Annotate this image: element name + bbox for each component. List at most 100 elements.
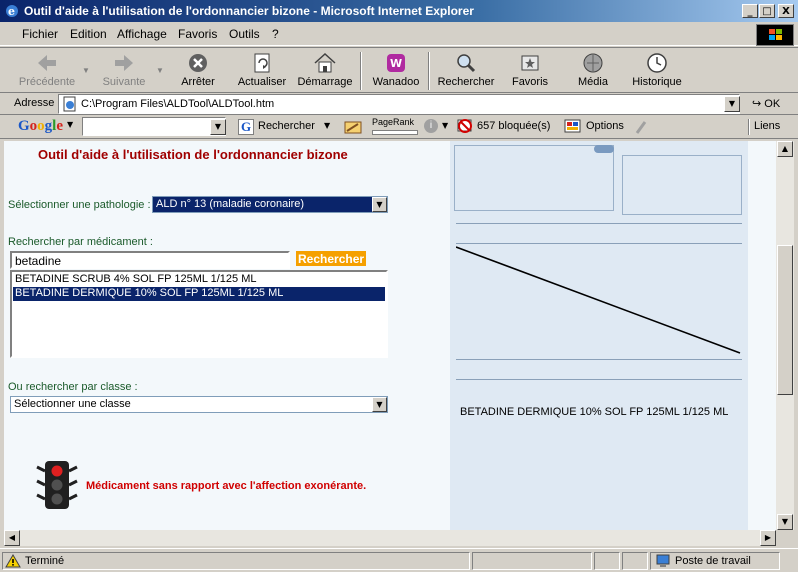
status-text: Terminé — [25, 555, 65, 567]
maximize-button[interactable]: □ — [759, 4, 775, 18]
home-button[interactable]: Démarrage — [294, 50, 356, 92]
list-item-selected[interactable]: BETADINE DERMIQUE 10% SOL FP 125ML 1/125… — [13, 287, 385, 301]
status-panel: Terminé — [2, 552, 470, 570]
traffic-light-icon — [36, 461, 78, 509]
favorites-icon — [521, 55, 539, 71]
scroll-up-icon[interactable]: ▲ — [777, 141, 793, 157]
home-icon — [314, 52, 336, 73]
highlight-icon[interactable] — [344, 119, 362, 135]
back-arrow-icon — [38, 55, 56, 71]
prescription-drug-text: BETADINE DERMIQUE 10% SOL FP 125ML 1/125… — [460, 406, 729, 418]
class-search-label: Ou rechercher par classe : — [8, 381, 138, 393]
status-message: Médicament sans rapport avec l'affection… — [86, 480, 367, 492]
media-button[interactable]: Média — [570, 50, 616, 92]
google-search-label: Rechercher — [258, 120, 315, 132]
menu-edition[interactable]: Edition — [70, 27, 107, 41]
stop-label: Arrêter — [181, 76, 215, 88]
scroll-right-icon[interactable]: ▶ — [760, 530, 776, 546]
window-title-bar[interactable]: e Outil d'aide à l'utilisation de l'ordo… — [0, 0, 798, 22]
toolbar-separator — [428, 52, 430, 90]
stop-button[interactable]: Arrêter — [172, 50, 224, 92]
page-content: Outil d'aide à l'utilisation de l'ordonn… — [4, 141, 776, 530]
wanadoo-button[interactable]: W Wanadoo — [366, 50, 426, 92]
drug-search-button[interactable]: Rechercher — [296, 251, 367, 266]
google-options-label: Options — [586, 120, 624, 132]
zone-divider — [456, 243, 742, 244]
scroll-down-icon[interactable]: ▼ — [777, 514, 793, 530]
menu-outils[interactable]: Outils — [229, 27, 260, 41]
menu-favoris[interactable]: Favoris — [178, 27, 217, 41]
zone-divider — [456, 379, 742, 380]
page-title: Outil d'aide à l'utilisation de l'ordonn… — [38, 147, 348, 162]
address-bar: Adresse C:\Program Files\ALDTool\ALDTool… — [0, 93, 798, 115]
google-search-dropdown-button[interactable]: ▼ — [210, 119, 226, 135]
google-logo[interactable]: Google — [18, 118, 63, 135]
vertical-scrollbar[interactable]: ▲ ▼ — [776, 141, 794, 530]
search-label: Rechercher — [437, 76, 495, 88]
close-button[interactable]: X — [778, 4, 794, 18]
zone-divider — [456, 359, 742, 360]
svg-text:e: e — [8, 5, 15, 18]
forward-button[interactable]: Suivante — [94, 50, 154, 92]
search-button[interactable]: Rechercher — [434, 50, 498, 92]
popup-blocked-icon — [457, 119, 472, 133]
pencil-icon[interactable] — [634, 119, 648, 135]
drug-results-list[interactable]: BETADINE SCRUB 4% SOL FP 125ML 1/125 ML … — [10, 270, 388, 358]
go-arrow-icon: ↪ — [752, 97, 762, 110]
strike-through-line — [456, 246, 741, 354]
windows-logo-icon — [756, 24, 794, 46]
horizontal-scrollbar[interactable]: ◀ ▶ — [4, 530, 776, 546]
scroll-left-icon[interactable]: ◀ — [4, 530, 20, 546]
class-dropdown-icon[interactable]: ▼ — [372, 397, 387, 412]
status-panel — [472, 552, 592, 570]
forward-label: Suivante — [102, 76, 146, 88]
class-select[interactable]: Sélectionner une classe ▼ — [10, 396, 388, 413]
forward-arrow-icon — [115, 55, 133, 71]
refresh-button[interactable]: Actualiser — [232, 50, 292, 92]
scroll-thumb[interactable] — [777, 245, 793, 395]
standard-toolbar: Précédente ▼ Suivante ▼ Arrêter Actualis… — [0, 47, 798, 93]
forward-dropdown-icon[interactable]: ▼ — [156, 66, 164, 75]
google-search-options-icon[interactable]: ▼ — [324, 121, 330, 130]
google-search-input[interactable] — [82, 117, 226, 136]
drug-search-value: betadine — [15, 254, 62, 268]
pathology-dropdown-icon[interactable]: ▼ — [372, 197, 387, 212]
media-label: Média — [578, 76, 608, 88]
links-label[interactable]: Liens — [754, 120, 780, 132]
drug-search-input[interactable]: betadine — [10, 251, 290, 269]
info-icon[interactable]: i — [424, 119, 438, 133]
popup-blocked-count: 657 bloquée(s) — [477, 120, 551, 132]
back-dropdown-icon[interactable]: ▼ — [82, 66, 90, 75]
wanadoo-label: Wanadoo — [372, 76, 420, 88]
favorites-label: Favoris — [511, 76, 549, 88]
google-toolbar: Google ▼ ▼ G Rechercher ▼ PageRank i ▼ 6… — [0, 115, 798, 139]
address-label: Adresse — [14, 97, 55, 109]
home-label: Démarrage — [297, 76, 353, 88]
search-icon — [457, 54, 476, 73]
history-label: Historique — [632, 76, 682, 88]
pagerank-label: PageRank — [372, 117, 415, 127]
menu-help[interactable]: ? — [272, 27, 279, 41]
info-dropdown-icon[interactable]: ▼ — [442, 121, 448, 130]
address-input[interactable]: C:\Program Files\ALDTool\ALDTool.htm — [58, 94, 740, 114]
zone-panel: Poste de travail — [650, 552, 780, 570]
back-button[interactable]: Précédente — [14, 50, 80, 92]
menu-affichage[interactable]: Affichage — [117, 27, 167, 41]
prescription-sheet-preview — [450, 141, 748, 530]
pathology-select[interactable]: ALD n° 13 (maladie coronaire) ▼ — [152, 196, 388, 213]
pathology-selected-value: ALD n° 13 (maladie coronaire) — [156, 198, 305, 210]
go-button[interactable]: ↪ OK — [752, 97, 780, 110]
google-menu-dropdown-icon[interactable]: ▼ — [67, 120, 73, 129]
list-item[interactable]: BETADINE SCRUB 4% SOL FP 125ML 1/125 ML — [13, 273, 385, 287]
favorites-button[interactable]: Favoris — [504, 50, 556, 92]
address-dropdown-button[interactable]: ▼ — [724, 96, 740, 112]
computer-icon — [656, 554, 670, 567]
internet-explorer-icon: e — [6, 5, 18, 18]
minimize-button[interactable]: _ — [742, 4, 758, 18]
menu-fichier[interactable]: Fichier — [22, 27, 58, 41]
google-g-icon: G — [238, 119, 254, 135]
page-icon — [63, 96, 76, 112]
history-button[interactable]: Historique — [628, 50, 686, 92]
zone-divider — [456, 223, 742, 224]
pathology-label: Sélectionner une pathologie : — [8, 199, 151, 211]
